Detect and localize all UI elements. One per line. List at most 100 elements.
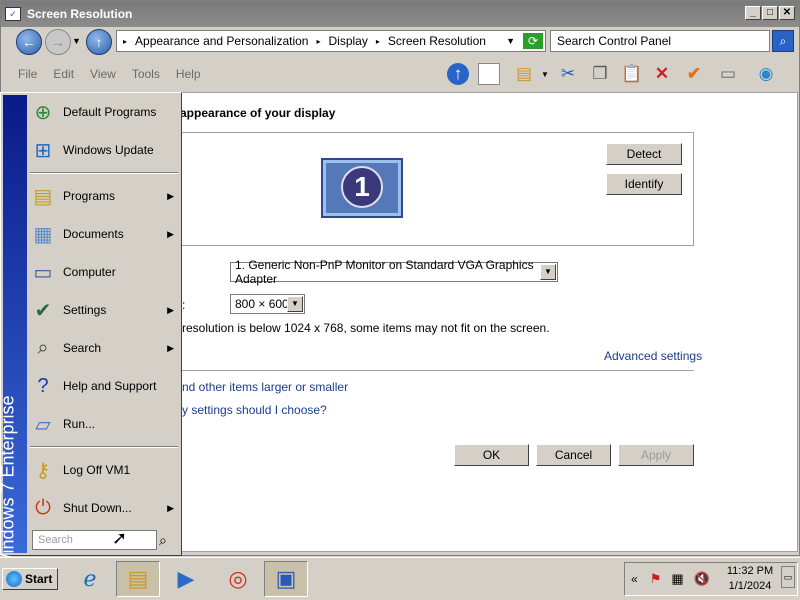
start-menu-item[interactable]: ? Help and Support <box>28 368 178 404</box>
resolution-label: : <box>182 298 186 312</box>
start-menu-item-label: Settings <box>63 303 107 317</box>
internet-explorer-icon[interactable]: ℯ <box>68 561 112 597</box>
start-menu-item-label: Programs <box>63 189 116 203</box>
show-desktop-button[interactable]: ▭ <box>781 566 795 588</box>
identify-button[interactable]: Identify <box>606 173 682 195</box>
address-bar[interactable]: ▸ Appearance and Personalization ▸ Displ… <box>116 30 546 52</box>
menu-separator <box>30 446 178 448</box>
display-value: 1. Generic Non-PnP Monitor on Standard V… <box>235 258 534 286</box>
start-menu-item[interactable]: ⊕ Default Programs <box>28 94 178 130</box>
start-search-input[interactable]: Search <box>32 530 157 550</box>
text-size-link[interactable]: nd other items larger or smaller <box>182 380 348 394</box>
run-icon: ▱ <box>35 413 51 436</box>
refresh-icon[interactable]: ⟳ <box>522 32 544 50</box>
menu-help[interactable]: Help <box>176 67 201 81</box>
start-menu-item-label: Shut Down... <box>63 501 132 515</box>
menu-separator <box>30 172 178 174</box>
start-menu-item[interactable]: ⊞ Windows Update <box>28 132 178 168</box>
control-panel-icon: ✓ <box>5 7 21 21</box>
recent-pages-dropdown-icon[interactable]: ▼ <box>72 36 81 46</box>
edition-label: Windows 7 Enterprise <box>0 395 18 571</box>
start-menu-item-label: Default Programs <box>63 105 157 119</box>
submenu-arrow-icon: ▶ <box>167 342 174 353</box>
start-menu-item[interactable]: ▱ Run... <box>28 406 178 442</box>
start-menu-item[interactable]: ⌕ Search ▶ <box>28 330 178 366</box>
ok-button[interactable]: OK <box>454 444 529 466</box>
start-menu-item[interactable]: ▭ Computer <box>28 254 178 290</box>
back-button[interactable]: ← <box>16 29 42 55</box>
start-label: Start <box>25 572 53 586</box>
chevron-down-icon[interactable]: ▼ <box>287 296 303 312</box>
action-center-icon[interactable]: ⚑ <box>650 571 662 587</box>
title-bar[interactable]: ✓ Screen Resolution <box>1 1 799 27</box>
which-settings-link[interactable]: y settings should I choose? <box>182 403 327 417</box>
explorer-folder-icon[interactable]: ▤ <box>116 561 160 597</box>
search-icon[interactable]: ⌕ <box>159 532 167 549</box>
breadcrumb-screen-resolution[interactable]: Screen Resolution <box>388 34 486 48</box>
menu-file[interactable]: File <box>18 67 37 81</box>
folders-icon[interactable] <box>478 63 500 85</box>
start-menu-item[interactable]: ⏻ Shut Down... ▶ <box>28 490 178 526</box>
globe-icon[interactable]: ◉ <box>754 62 778 86</box>
menu-view[interactable]: View <box>90 67 116 81</box>
detect-button[interactable]: Detect <box>606 143 682 165</box>
copy-icon[interactable]: ❐ <box>588 62 612 86</box>
documents-icon: ▦ <box>33 223 53 246</box>
breadcrumb-display[interactable]: Display <box>329 34 368 48</box>
resolution-warning: resolution is below 1024 x 768, some ite… <box>182 321 550 335</box>
cancel-button[interactable]: Cancel <box>536 444 611 466</box>
chrome-icon[interactable]: ◎ <box>216 561 260 597</box>
menu-tools[interactable]: Tools <box>132 67 160 81</box>
delete-icon[interactable]: ✕ <box>650 62 674 86</box>
start-menu-item-label: Computer <box>63 265 116 279</box>
minimize-button[interactable]: _ <box>745 6 761 20</box>
views-icon[interactable]: ▤ <box>512 62 536 86</box>
programs-icon: ▤ <box>33 185 53 208</box>
clock-date: 1/1/2024 <box>728 580 772 592</box>
forward-button[interactable]: → <box>45 29 71 55</box>
mouse-cursor-icon: ➚ <box>112 528 128 548</box>
close-button[interactable]: ✕ <box>779 6 795 20</box>
divider <box>170 370 694 371</box>
computer-icon: ▭ <box>33 261 53 284</box>
clock[interactable]: 11:32 PM 1/1/2024 <box>722 564 778 594</box>
search-icon[interactable]: ⌕ <box>772 30 794 52</box>
start-menu-banner: Windows 7 Enterprise <box>0 95 27 571</box>
network-icon[interactable]: ▦ <box>671 571 683 587</box>
start-menu-item[interactable]: ▤ Programs ▶ <box>28 178 178 214</box>
control-panel-taskbar-icon[interactable]: ▣ <box>264 561 308 597</box>
breadcrumb-appearance[interactable]: Appearance and Personalization <box>135 34 308 48</box>
start-menu-item[interactable]: ⚷ Log Off VM1 <box>28 452 178 488</box>
up-folder-icon[interactable]: ↑ <box>447 63 469 85</box>
start-menu-item[interactable]: ✔ Settings ▶ <box>28 292 178 328</box>
maximize-button[interactable]: □ <box>762 6 778 20</box>
start-button[interactable]: Start <box>2 568 58 590</box>
search-icon: ⌕ <box>37 336 49 359</box>
monitor-1-preview[interactable]: 1 <box>321 158 403 218</box>
shut-down-icon: ⏻ <box>35 496 51 519</box>
window-title: Screen Resolution <box>27 7 133 21</box>
up-button[interactable]: ↑ <box>86 29 112 55</box>
start-menu-item-label: Documents <box>63 227 124 241</box>
address-dropdown-icon[interactable]: ▼ <box>506 36 515 46</box>
menu-bar: File Edit View Tools Help <box>0 60 798 88</box>
undo-icon[interactable]: ✔ <box>682 62 706 86</box>
resolution-select[interactable]: 800 × 600 ▼ <box>230 294 305 314</box>
media-player-icon[interactable]: ▶ <box>164 561 208 597</box>
advanced-settings-link[interactable]: Advanced settings <box>604 349 702 363</box>
cut-icon[interactable]: ✂ <box>556 62 580 86</box>
menu-edit[interactable]: Edit <box>53 67 74 81</box>
show-hidden-icons-icon[interactable]: « <box>631 572 638 586</box>
volume-muted-icon[interactable]: 🔇 <box>694 571 710 587</box>
settings-icon: ✔ <box>34 299 52 322</box>
views-dropdown-icon[interactable]: ▼ <box>541 70 549 79</box>
default-programs-icon: ⊕ <box>34 101 52 124</box>
clock-time: 11:32 PM <box>726 565 774 577</box>
chevron-down-icon[interactable]: ▼ <box>540 264 556 280</box>
properties-icon[interactable]: ▭ <box>716 62 740 86</box>
start-menu-item[interactable]: ▦ Documents ▶ <box>28 216 178 252</box>
search-input[interactable]: Search Control Panel <box>550 30 770 52</box>
apply-button[interactable]: Apply <box>618 444 694 466</box>
display-select[interactable]: 1. Generic Non-PnP Monitor on Standard V… <box>230 258 558 286</box>
paste-icon[interactable]: 📋 <box>620 62 644 86</box>
